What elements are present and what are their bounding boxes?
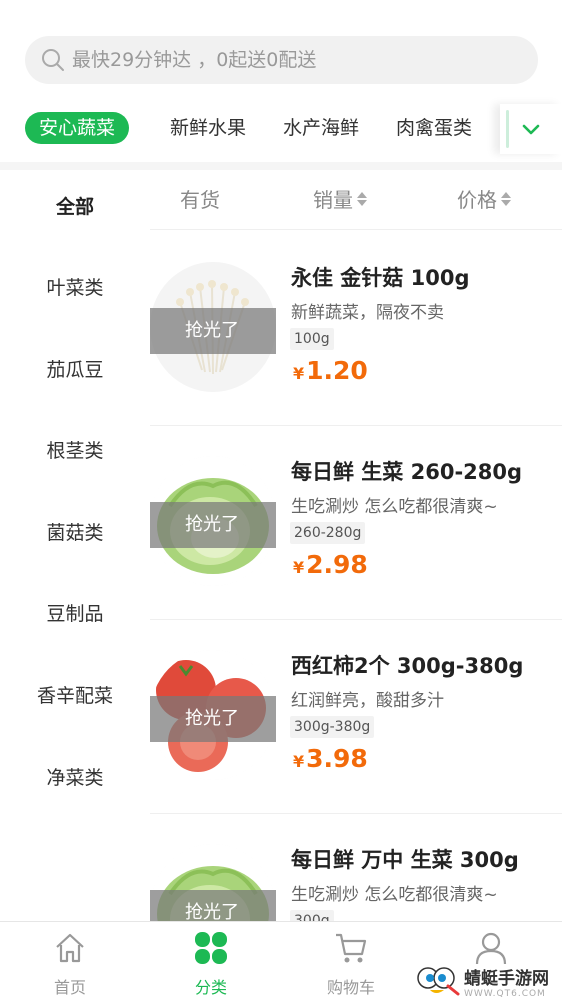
nav-home-label: 首页 (53, 978, 86, 997)
sort-arrows-icon (501, 191, 511, 206)
product-card[interactable]: 抢光了 西红柿2个 300g-380g 红润鲜亮，酸甜多汁 300g-380g … (150, 620, 562, 814)
product-spec-tag: 100g (290, 328, 334, 350)
product-price: ¥1.20 (293, 356, 368, 385)
search-bar[interactable] (25, 36, 538, 84)
product-title: 每日鲜 生菜 260-280g (291, 460, 523, 484)
product-spec-tag: 300g-380g (290, 716, 375, 738)
currency-symbol: ¥ (293, 558, 305, 577)
price-value: 1.20 (306, 356, 368, 385)
watermark-url: WWW.QT6.COM (464, 988, 546, 999)
category-tab-meat-eggs[interactable]: 肉禽蛋类 (396, 112, 472, 144)
product-list: 抢光了 永佳 金针菇 100g 新鲜蔬菜，隔夜不卖 100g ¥1.20 抢光了… (150, 232, 562, 922)
home-icon (56, 933, 84, 963)
profile-icon (475, 932, 507, 965)
price-value: 3.98 (306, 744, 368, 773)
search-input[interactable] (72, 49, 512, 71)
dragonfly-logo-icon (417, 967, 460, 996)
sidebar-item-mushrooms[interactable]: 菌菇类 (0, 518, 150, 545)
watermark: 蜻蜓手游网 WWW.QT6.COM (416, 962, 562, 1000)
category-tabs: 安心蔬菜 新鲜水果 水产海鲜 肉禽蛋类 (0, 104, 562, 154)
nav-cart[interactable]: 购物车 (306, 930, 396, 998)
product-title: 西红柿2个 300g-380g (291, 654, 524, 678)
sidebar-item-all[interactable]: 全部 (0, 192, 150, 219)
currency-symbol: ¥ (293, 364, 305, 383)
category-icon (195, 932, 227, 964)
nav-home[interactable]: 首页 (25, 930, 115, 998)
sold-out-overlay: 抢光了 (150, 696, 276, 742)
product-card[interactable]: 抢光了 永佳 金针菇 100g 新鲜蔬菜，隔夜不卖 100g ¥1.20 (150, 232, 562, 426)
sidebar-item-leafy[interactable]: 叶菜类 (0, 273, 150, 300)
sold-out-overlay: 抢光了 (150, 502, 276, 548)
sidebar-item-prepped[interactable]: 净菜类 (0, 763, 150, 790)
product-title: 每日鲜 万中 生菜 300g (291, 848, 519, 872)
sidebar-item-roots[interactable]: 根茎类 (0, 436, 150, 463)
sidebar-item-gourds-beans[interactable]: 茄瓜豆 (0, 355, 150, 382)
sort-bar: 有货 销量 价格 (150, 172, 562, 230)
product-description: 新鲜蔬菜，隔夜不卖 (291, 303, 444, 323)
currency-symbol: ¥ (293, 752, 305, 771)
nav-category[interactable]: 分类 (166, 930, 256, 998)
sort-arrows-icon (357, 191, 367, 206)
sort-in-stock-label: 有货 (180, 188, 220, 212)
chevron-down-icon (522, 124, 540, 135)
product-description: 生吃涮炒 怎么吃都很清爽~ (291, 885, 498, 905)
sort-in-stock[interactable]: 有货 (180, 184, 220, 213)
cart-icon (336, 933, 367, 963)
sidebar-item-tofu[interactable]: 豆制品 (0, 599, 150, 626)
sidebar: 全部 叶菜类 茄瓜豆 根茎类 菌菇类 豆制品 香辛配菜 净菜类 (0, 170, 128, 922)
category-tab-vegetables[interactable]: 安心蔬菜 (25, 112, 130, 144)
expand-categories-button[interactable] (500, 104, 562, 154)
product-card[interactable]: 抢光了 每日鲜 生菜 260-280g 生吃涮炒 怎么吃都很清爽~ 260-28… (150, 426, 562, 620)
sort-price-label: 价格 (457, 188, 497, 212)
sort-sales-label: 销量 (313, 188, 353, 212)
product-description: 生吃涮炒 怎么吃都很清爽~ (291, 497, 498, 517)
watermark-name: 蜻蜓手游网 (464, 968, 549, 989)
nav-cart-label: 购物车 (326, 978, 375, 997)
product-price: ¥2.98 (293, 550, 368, 579)
category-tab-seafood[interactable]: 水产海鲜 (283, 112, 359, 144)
product-price: ¥3.98 (293, 744, 368, 773)
nav-category-label: 分类 (194, 978, 227, 997)
category-tab-fruits[interactable]: 新鲜水果 (170, 112, 246, 144)
sort-price[interactable]: 价格 (457, 184, 511, 213)
section-divider (0, 162, 562, 170)
sort-sales[interactable]: 销量 (313, 184, 367, 213)
sidebar-item-spices[interactable]: 香辛配菜 (0, 681, 150, 708)
search-icon (42, 49, 64, 71)
product-title: 永佳 金针菇 100g (291, 266, 470, 290)
product-spec-tag: 260-280g (290, 522, 366, 544)
product-description: 红润鲜亮，酸甜多汁 (291, 691, 444, 711)
price-value: 2.98 (306, 550, 368, 579)
product-card[interactable]: 抢光了 每日鲜 万中 生菜 300g 生吃涮炒 怎么吃都很清爽~ 300g (150, 814, 562, 922)
sold-out-overlay: 抢光了 (150, 890, 276, 922)
sold-out-overlay: 抢光了 (150, 308, 276, 354)
